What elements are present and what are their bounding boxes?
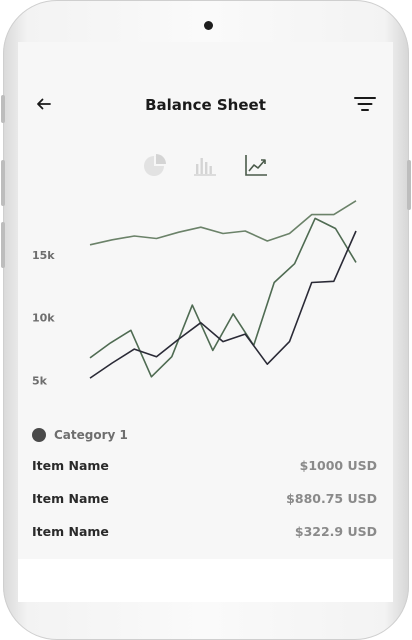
- item-value: $1000 USD: [299, 458, 377, 473]
- line-chart: 15k 10k 5k: [18, 192, 393, 412]
- item-value: $322.9 USD: [294, 524, 377, 539]
- item-value: $880.75 USD: [286, 491, 377, 506]
- list-item[interactable]: Item Name $1000 USD: [18, 452, 393, 485]
- y-tick-label: 10k: [32, 312, 55, 325]
- pie-chart-tab[interactable]: [142, 152, 168, 178]
- y-tick-label: 15k: [32, 249, 55, 262]
- series-line-1: [89, 200, 357, 246]
- item-list: Item Name $1000 USD Item Name $880.75 US…: [18, 452, 393, 551]
- filter-icon: [354, 97, 376, 111]
- series-line-2: [89, 217, 357, 378]
- item-name: Item Name: [32, 524, 109, 539]
- list-item[interactable]: Item Name $880.75 USD: [18, 485, 393, 518]
- filter-button[interactable]: [354, 94, 376, 114]
- line-chart-tab[interactable]: [243, 152, 269, 178]
- app-screen: Balance Sheet 15k 10k 5k Category 1 Item…: [18, 42, 393, 602]
- item-name: Item Name: [32, 458, 109, 473]
- list-item[interactable]: Item Name $322.9 USD: [18, 518, 393, 551]
- series-line-3: [89, 230, 357, 379]
- line-chart-icon: [245, 155, 267, 176]
- phone-side-button: [1, 95, 5, 123]
- top-bar: Balance Sheet: [18, 84, 393, 124]
- bar-chart-icon: [194, 158, 216, 176]
- phone-side-button: [1, 222, 5, 268]
- chart-type-switcher: [18, 152, 393, 178]
- bar-chart-tab[interactable]: [192, 152, 218, 178]
- line-chart-svg: 15k 10k 5k: [32, 200, 357, 388]
- pie-chart-icon: [144, 154, 166, 176]
- front-camera: [204, 21, 213, 30]
- main-content: Balance Sheet 15k 10k 5k Category 1 Item…: [18, 42, 393, 559]
- phone-side-button: [407, 160, 411, 210]
- legend: Category 1: [32, 425, 128, 445]
- item-name: Item Name: [32, 491, 109, 506]
- y-tick-label: 5k: [32, 375, 48, 388]
- legend-label: Category 1: [54, 428, 128, 442]
- page-title: Balance Sheet: [145, 96, 266, 114]
- legend-color-dot: [32, 428, 46, 442]
- phone-side-button: [1, 160, 5, 206]
